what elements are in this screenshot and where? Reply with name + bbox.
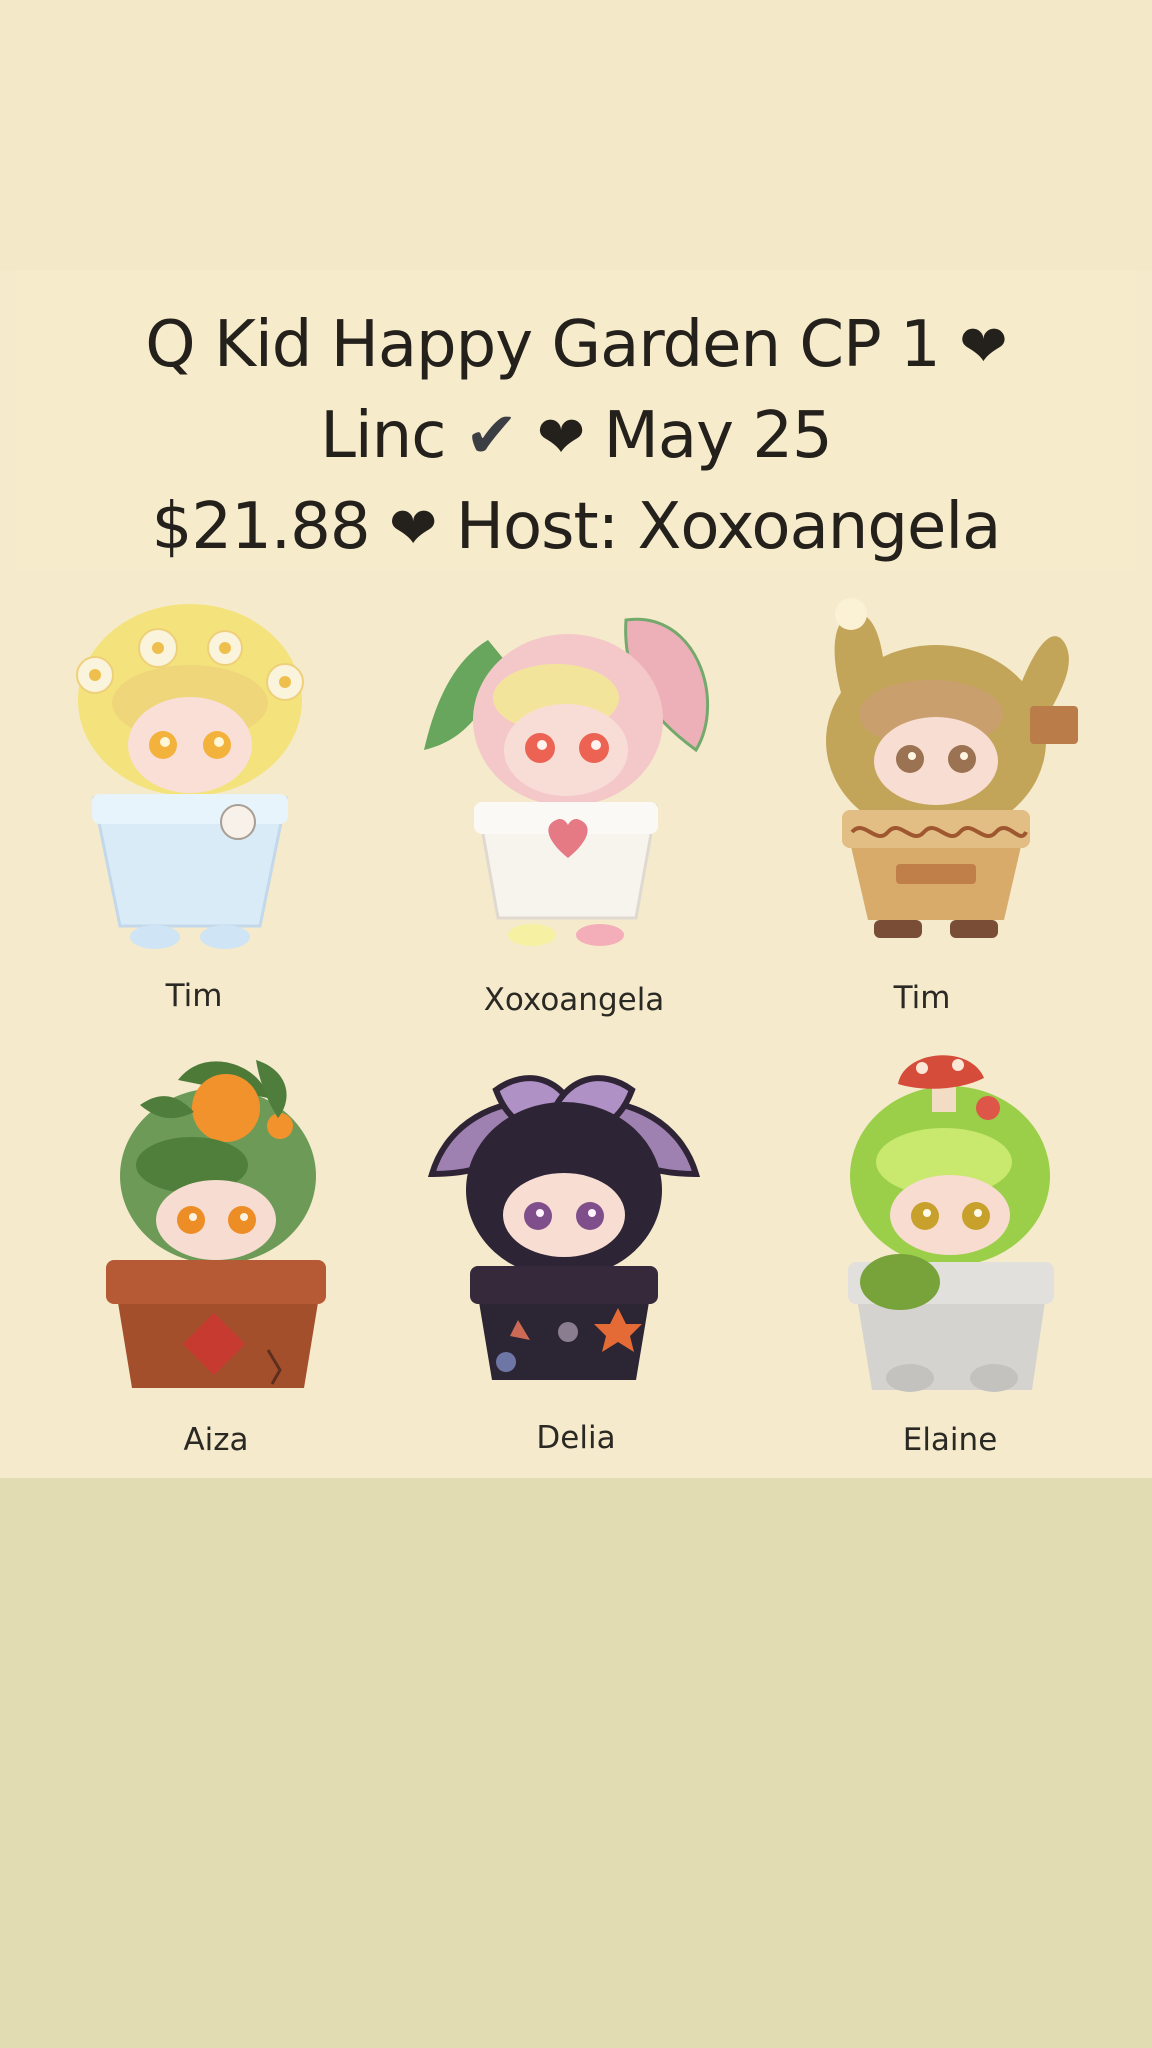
orange-tree-figure-image [106, 1060, 326, 1388]
purple-leaf-figure-image [427, 1075, 701, 1380]
pink-leaf-figure-icon [416, 600, 716, 960]
flower-cloud-figure-icon [40, 600, 340, 960]
moss-mushroom-figure-icon [800, 1050, 1100, 1410]
figure-name-label: Elaine [902, 1422, 998, 1458]
pink-leaf-figure-image [424, 617, 710, 946]
title-line-3: $21.88 ❤ Host: Xoxoangela [16, 482, 1136, 573]
figure-name-label: Tim [893, 980, 951, 1016]
title-date: May 25 [603, 399, 833, 473]
figure-name-label: Tim [165, 978, 223, 1014]
top-background-band [0, 0, 1152, 270]
title-line-2: Linc ✔ ❤ May 25 [16, 391, 1136, 482]
figure-name-label: Xoxoangela [483, 982, 665, 1018]
checkmark-icon: ✔ [464, 399, 519, 473]
moss-mushroom-figure-image [848, 1055, 1054, 1392]
title-line-1: Q Kid Happy Garden CP 1 ❤ [16, 300, 1136, 391]
orange-tree-figure-icon [66, 1050, 366, 1410]
title-series-name: Q Kid Happy Garden CP 1 [145, 308, 940, 382]
flower-cloud-figure-image [76, 604, 304, 949]
figure-name-label: Delia [536, 1420, 616, 1456]
cactus-bunny-figure-image [826, 598, 1078, 938]
heart-icon: ❤ [388, 494, 438, 562]
listing-title: Q Kid Happy Garden CP 1 ❤ Linc ✔ ❤ May 2… [16, 300, 1136, 573]
title-host: Host: Xoxoangela [455, 490, 1001, 564]
purple-leaf-figure-icon [414, 1050, 714, 1410]
figure-name-label: Aiza [183, 1422, 249, 1458]
cactus-bunny-figure-icon [786, 596, 1086, 956]
heart-icon: ❤ [959, 312, 1008, 380]
title-linc: Linc [320, 399, 446, 473]
heart-icon: ❤ [536, 403, 586, 471]
title-price: $21.88 [151, 490, 371, 564]
